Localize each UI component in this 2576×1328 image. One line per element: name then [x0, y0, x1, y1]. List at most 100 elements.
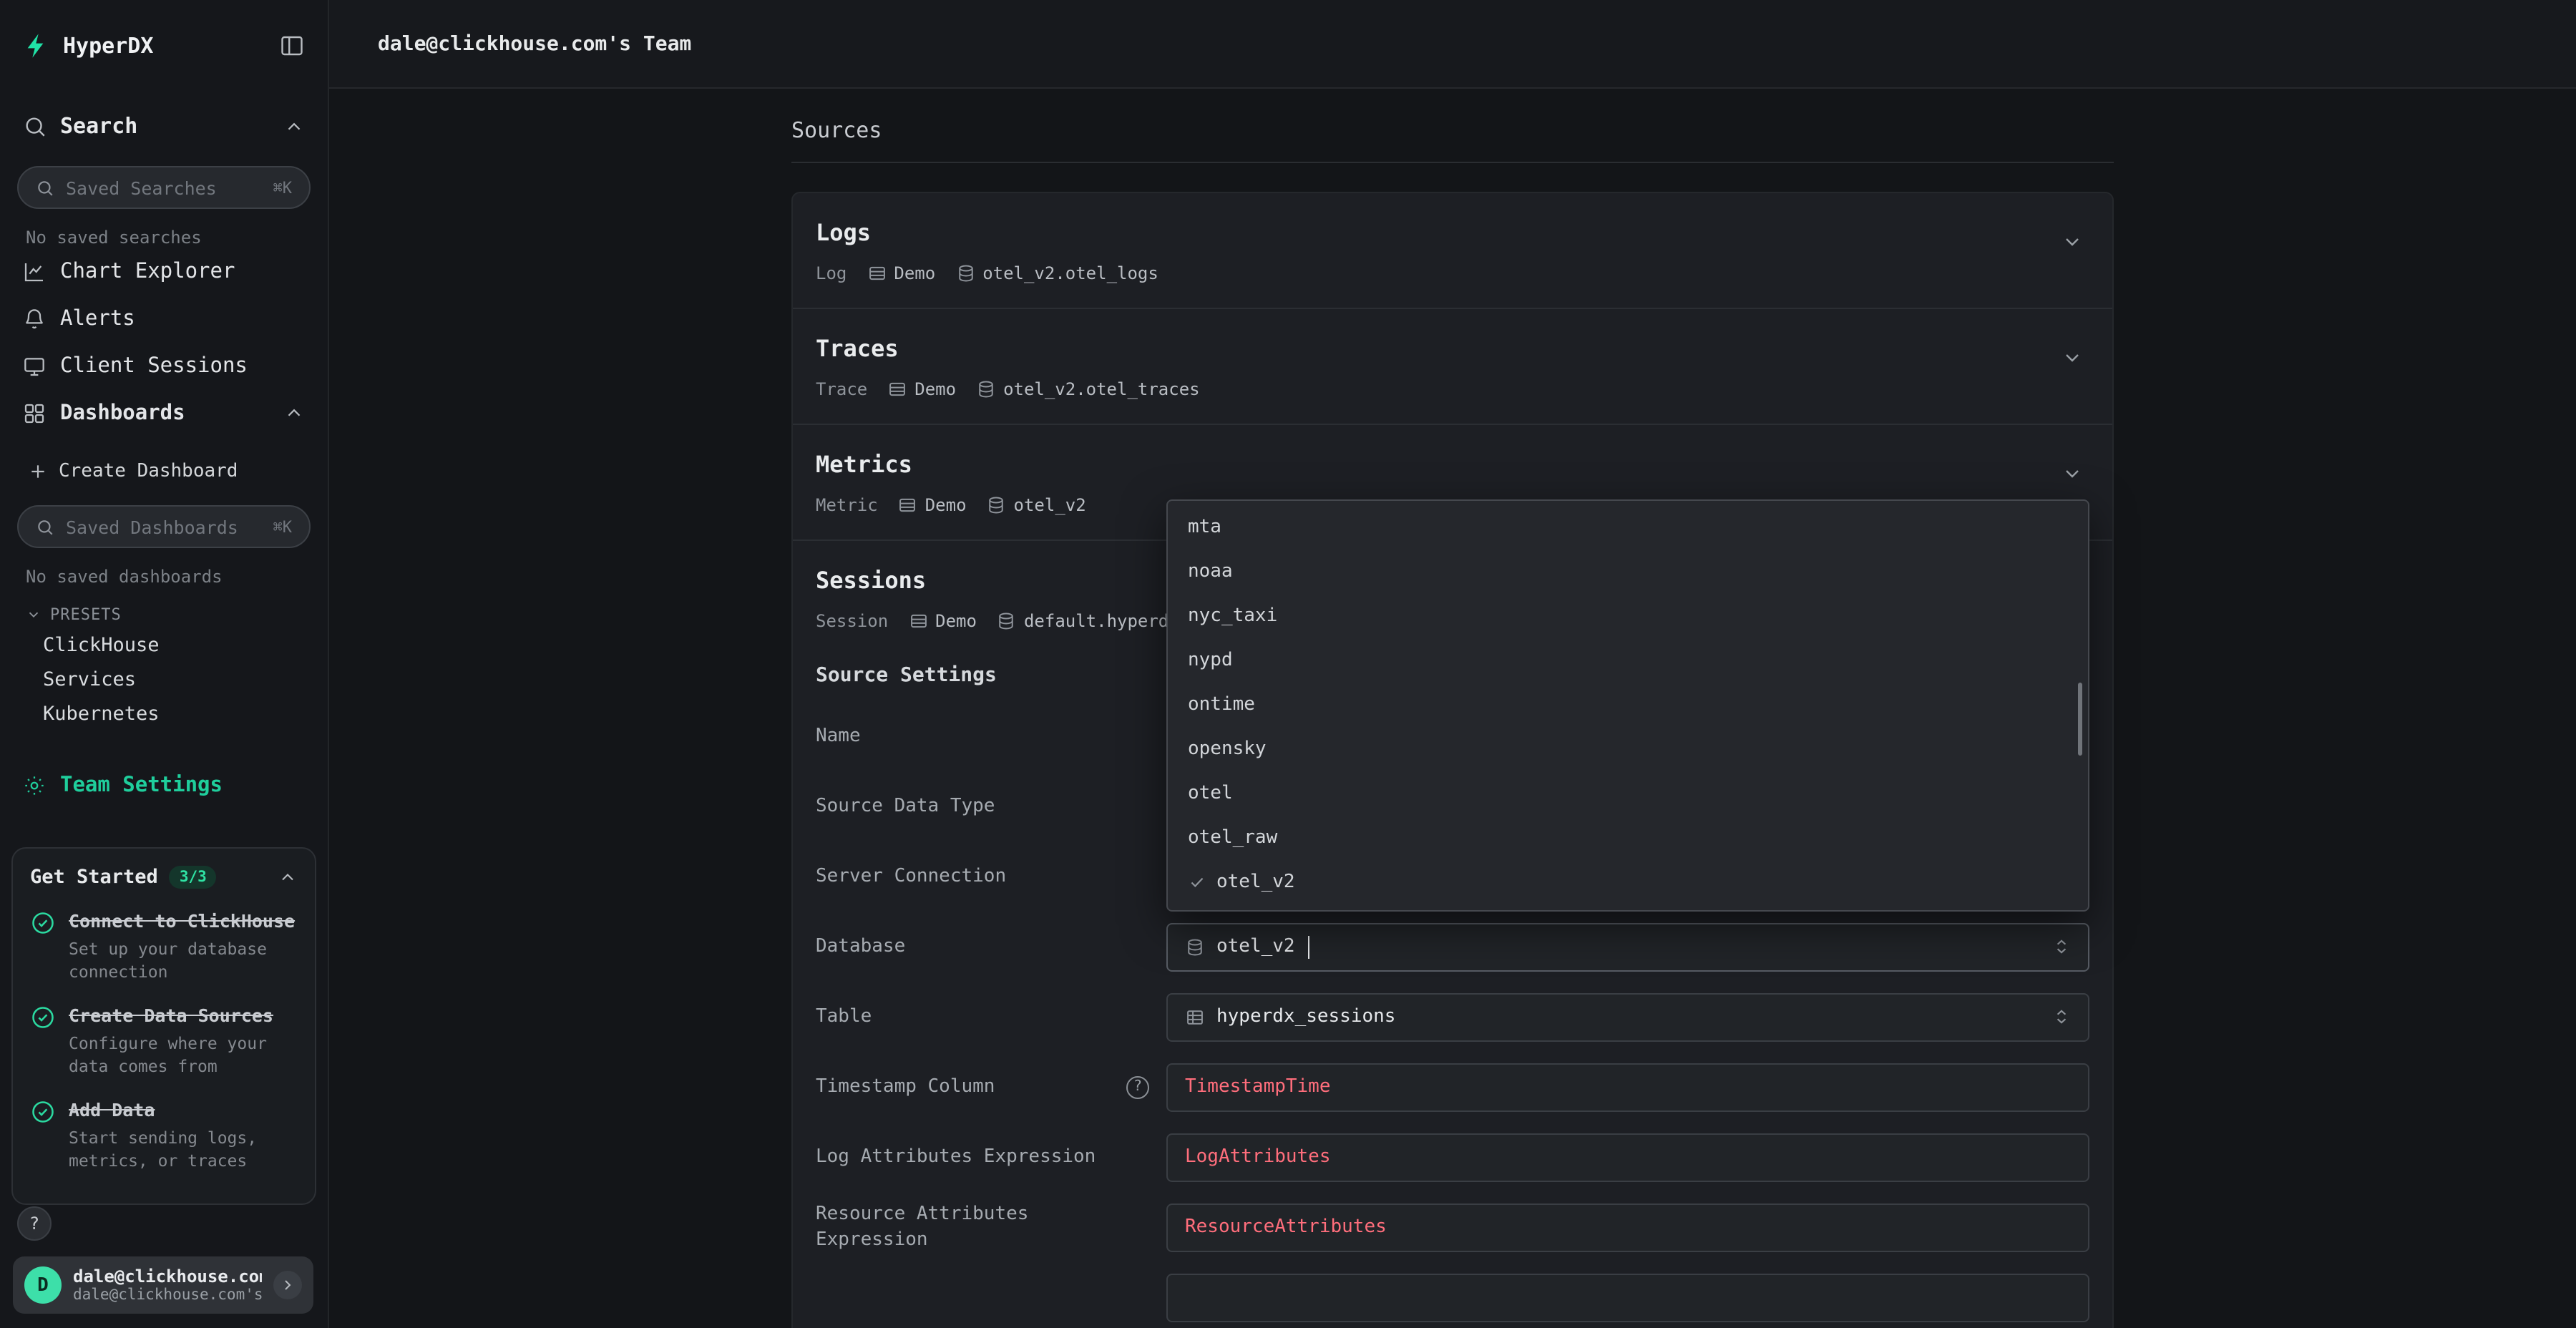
connection-icon	[898, 495, 918, 515]
sidebar-item-dashboards[interactable]: Dashboards	[0, 389, 328, 436]
chevron-up-icon[interactable]	[283, 402, 305, 424]
source-row-traces[interactable]: Traces Trace Demo	[793, 309, 2112, 425]
table-label: Table	[816, 1004, 1166, 1030]
database-value: otel_v2	[1216, 936, 1295, 957]
dropdown-option[interactable]: opensky	[1168, 727, 2088, 771]
preset-kubernetes[interactable]: Kubernetes	[0, 697, 328, 731]
form-row-resource-attributes: Resource Attributes Expression ResourceA…	[816, 1192, 2089, 1262]
database-icon	[1185, 937, 1205, 957]
help-icon[interactable]: ?	[1126, 1075, 1149, 1098]
logo[interactable]: HyperDX	[23, 31, 279, 60]
sidebar-header: HyperDX	[0, 0, 328, 92]
table-value: hyperdx_sessions	[1216, 1006, 1395, 1027]
saved-searches-input[interactable]: Saved Searches ⌘K	[17, 166, 311, 209]
collapse-sidebar-icon[interactable]	[279, 33, 305, 59]
chevron-up-icon[interactable]	[283, 115, 305, 137]
saved-dashboards-placeholder: Saved Dashboards	[66, 516, 262, 537]
source-type: Trace	[816, 378, 867, 401]
timestamp-label-text: Timestamp Column	[816, 1074, 995, 1100]
create-dashboard-button[interactable]: Create Dashboard	[0, 451, 328, 491]
dropdown-option[interactable]: nyc_taxi	[1168, 595, 2088, 639]
database-select[interactable]: otel_v2	[1166, 922, 2089, 971]
dropdown-option[interactable]: nypd	[1168, 638, 2088, 683]
search-icon	[36, 178, 54, 197]
gear-icon	[23, 774, 46, 797]
get-started-card: Get Started 3/3 Connect to ClickHouse Se…	[11, 847, 316, 1205]
source-table: otel_v2.otel_logs	[982, 262, 1158, 285]
sidebar-item-client-sessions[interactable]: Client Sessions	[0, 342, 328, 389]
timestamp-label: Timestamp Column ?	[816, 1074, 1166, 1100]
connection-icon	[867, 263, 887, 283]
dropdown-option[interactable]: mta	[1168, 506, 2088, 550]
source-type: Log	[816, 262, 847, 285]
chevron-down-icon[interactable]	[2061, 346, 2084, 369]
presets-toggle[interactable]: PRESETS	[0, 600, 328, 628]
team-settings-label: Team Settings	[60, 774, 223, 797]
check-circle-icon	[30, 1005, 56, 1078]
profile-subtitle: dale@clickhouse.com's	[73, 1286, 262, 1304]
source-connection: Demo	[914, 378, 956, 401]
source-data-type-label: Source Data Type	[816, 794, 1166, 819]
database-icon	[987, 495, 1007, 515]
source-settings-section: Source Settings Name Source Data Type	[793, 661, 2112, 1328]
saved-dashboards-input[interactable]: Saved Dashboards ⌘K	[17, 505, 311, 548]
dropdown-option[interactable]: ontime	[1168, 683, 2088, 727]
check-circle-icon	[30, 1099, 56, 1172]
sources-heading: Sources	[791, 117, 2114, 143]
search-icon	[23, 114, 47, 138]
get-started-item-title: Connect to ClickHouse	[69, 909, 298, 933]
content-scroll-area[interactable]: Sources Logs Log Demo	[329, 89, 2576, 1328]
get-started-progress-badge: 3/3	[170, 866, 217, 889]
log-attributes-value: LogAttributes	[1185, 1146, 1331, 1168]
get-started-item[interactable]: Create Data Sources Configure where your…	[30, 1003, 298, 1078]
team-settings-link[interactable]: Team Settings	[0, 766, 328, 806]
preset-clickhouse[interactable]: ClickHouse	[0, 628, 328, 663]
dropdown-scrollbar[interactable]	[2078, 682, 2082, 755]
get-started-header[interactable]: Get Started 3/3	[30, 866, 298, 889]
app: HyperDX Search Saved Searches ⌘K No save…	[0, 0, 2576, 1328]
database-icon	[997, 611, 1017, 631]
connection-icon	[887, 379, 907, 399]
search-section-label: Search	[60, 113, 270, 139]
no-saved-searches-text: No saved searches	[0, 209, 328, 248]
preset-services[interactable]: Services	[0, 663, 328, 697]
chevron-right-icon[interactable]	[273, 1271, 302, 1299]
chevron-up-icon[interactable]	[278, 867, 298, 887]
table-select[interactable]: hyperdx_sessions	[1166, 992, 2089, 1041]
sidebar-item-label: Dashboards	[60, 401, 269, 424]
timestamp-input[interactable]: TimestampTime	[1166, 1063, 2089, 1111]
sidebar-item-label: Client Sessions	[60, 354, 305, 377]
page-title: dale@clickhouse.com's Team	[378, 32, 691, 55]
server-connection-label: Server Connection	[816, 864, 1166, 889]
chevron-down-icon[interactable]	[2061, 462, 2084, 485]
source-connection: Demo	[925, 494, 967, 517]
get-started-item[interactable]: Add Data Start sending logs, metrics, or…	[30, 1098, 298, 1172]
select-chevrons-icon[interactable]	[2052, 937, 2071, 956]
plus-icon	[29, 462, 47, 480]
log-attributes-input[interactable]: LogAttributes	[1166, 1133, 2089, 1181]
source-row-logs[interactable]: Logs Log Demo	[793, 193, 2112, 309]
dropdown-option[interactable]: otel	[1168, 771, 2088, 816]
search-icon	[36, 517, 54, 536]
resource-attributes-label: Resource Attributes Expression	[816, 1201, 1166, 1253]
select-chevrons-icon[interactable]	[2052, 1007, 2071, 1026]
sidebar-item-alerts[interactable]: Alerts	[0, 295, 328, 342]
dropdown-option[interactable]: otel_raw	[1168, 815, 2088, 859]
no-saved-dashboards-text: No saved dashboards	[0, 548, 328, 587]
sources-panel: Logs Log Demo	[791, 192, 2114, 1328]
dropdown-option-selected[interactable]: otel_v2	[1168, 859, 2088, 904]
clipped-input[interactable]	[1166, 1273, 2089, 1322]
chevron-down-icon[interactable]	[2061, 230, 2084, 253]
form-row-log-attributes: Log Attributes Expression LogAttributes	[816, 1122, 2089, 1192]
sidebar-item-chart-explorer[interactable]: Chart Explorer	[0, 248, 328, 295]
form-row-table: Table hyperdx_sessions	[816, 982, 2089, 1052]
database-icon	[976, 379, 996, 399]
resource-attributes-input[interactable]: ResourceAttributes	[1166, 1203, 2089, 1251]
sidebar-section-search[interactable]: Search	[0, 100, 328, 152]
dropdown-option[interactable]: noaa	[1168, 550, 2088, 595]
check-circle-icon	[30, 910, 56, 983]
get-started-item[interactable]: Connect to ClickHouse Set up your databa…	[30, 909, 298, 983]
help-button[interactable]: ?	[17, 1206, 52, 1241]
avatar: D	[24, 1266, 62, 1304]
user-profile-chip[interactable]: D dale@clickhouse.com dale@clickhouse.co…	[13, 1256, 313, 1314]
